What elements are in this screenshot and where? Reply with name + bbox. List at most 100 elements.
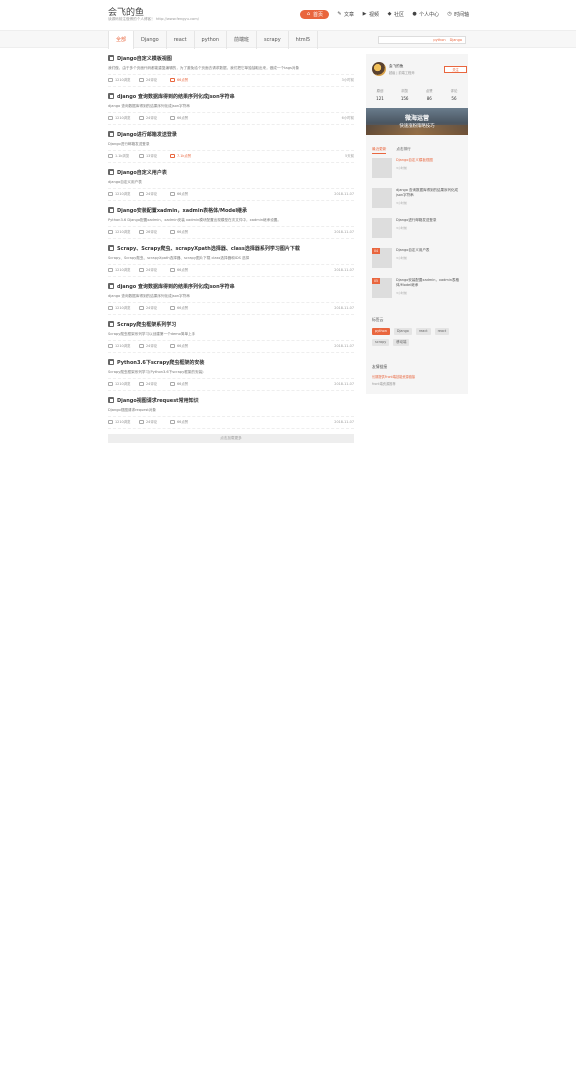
article-title[interactable]: Django安装配置xadmin，xadmin表格体/Model继承 — [117, 207, 247, 214]
nav-item-label: 首页 — [313, 12, 324, 18]
recent-title[interactable]: Django安装配置xadmin，xadmin表格体/Model继承 — [396, 278, 464, 288]
category-tab-5[interactable]: scrapy — [257, 31, 289, 49]
heart-icon — [170, 153, 175, 158]
rank-badge: 04 — [372, 248, 380, 254]
nav-item-1[interactable]: ✎ 文章 — [337, 11, 354, 19]
load-more-button[interactable]: 点击加载更多 — [108, 434, 354, 443]
search-hot-tag[interactable]: python — [433, 38, 445, 42]
meta-views: 1.1k浏览 — [108, 153, 139, 158]
article-title[interactable]: django 查询数据库得到的结果序列化成json字符串 — [117, 93, 235, 100]
profile-card: 会飞的鱼 超级 | 前端工程师 关注 — [372, 62, 467, 80]
stat-label: 点赞 — [425, 89, 433, 93]
meta-views: 1210浏览 — [108, 267, 139, 272]
meta-comments-value: 24评论 — [146, 116, 158, 120]
promo-banner[interactable]: 微海运营 快速涨粉策略技巧 — [366, 108, 468, 135]
meta-likes: 66点赞 — [170, 229, 201, 234]
comment-icon — [139, 305, 144, 310]
tag-item[interactable]: scrapy — [372, 339, 390, 346]
nav-item-5[interactable]: ◷ 时间轴 — [447, 11, 469, 19]
eye-icon — [108, 381, 113, 386]
recent-text: Django自定义用户表 3小时前 — [396, 248, 464, 278]
recent-item[interactable]: 04 Django自定义用户表 3小时前 — [372, 248, 466, 278]
tag-item[interactable]: react — [415, 328, 431, 335]
meta-likes: 66点赞 — [170, 267, 201, 272]
tag-item[interactable]: Django — [393, 328, 412, 335]
nav-item-2[interactable]: ▶ 视频 — [362, 11, 379, 19]
meta-views-value: 1210浏览 — [115, 268, 131, 272]
category-tab-6[interactable]: html5 — [289, 31, 319, 49]
heart-icon — [170, 77, 175, 82]
meta-comments-value: 26评论 — [146, 230, 158, 234]
meta-comments-value: 24评论 — [146, 78, 158, 82]
recent-item[interactable]: Django自定义模板视图 3小时前 — [372, 158, 466, 188]
tag-item[interactable]: python — [372, 328, 390, 335]
avatar[interactable] — [372, 62, 386, 76]
comment-icon — [139, 77, 144, 82]
article-date: 2018-11-07 — [334, 192, 354, 196]
search-input[interactable] — [381, 37, 421, 43]
site-header: 会飞的鱼 读源码前注做博的个人博客！ http://www.fengyu.com… — [0, 0, 576, 30]
article-summary: Django视图请求request对象 — [108, 408, 156, 412]
nav-item-0[interactable]: ⌂ 首页 — [300, 10, 330, 19]
meta-views-value: 1210浏览 — [115, 78, 131, 82]
banner-subtitle: 快速涨粉策略技巧 — [399, 124, 435, 129]
recent-item[interactable]: Django进行邮箱发送登录 3小时前 — [372, 218, 466, 248]
article-item: Scrapy、Scrapy爬虫、scrapyXpath选择器、class选择器系… — [108, 244, 354, 277]
meta-views: 1210浏览 — [108, 191, 139, 196]
recent-item[interactable]: 05 Django安装配置xadmin，xadmin表格体/Model继承 3小时前 — [372, 278, 466, 308]
article-title[interactable]: Scrapy爬虫框架系列学习 — [117, 321, 176, 328]
meta-views: 1210浏览 — [108, 419, 139, 424]
tags-heading: 标签云 — [372, 317, 384, 322]
banner-title: 微海运营 — [404, 115, 429, 122]
category-tab-3[interactable]: python — [195, 31, 228, 49]
nav-item-4[interactable]: ● 个人中心 — [412, 11, 440, 19]
article-title[interactable]: django 查询数据库得到的结果序列化成json字符串 — [117, 283, 235, 290]
article-title[interactable]: Python3.6下scrapy爬虫框架的安装 — [117, 359, 204, 366]
recent-title[interactable]: Django进行邮箱发送登录 — [396, 218, 464, 223]
article-meta: 1210浏览 24评论 66点赞 2018-11-07 — [108, 188, 354, 198]
article-date: 6小时前 — [341, 116, 354, 120]
meta-likes: 66点赞 — [170, 381, 201, 386]
article-title[interactable]: Django视图请求request常用知识 — [117, 397, 199, 404]
recent-title[interactable]: Django自定义用户表 — [396, 248, 464, 253]
tag-item[interactable]: react — [434, 328, 450, 335]
meta-likes-value: 66点赞 — [177, 420, 189, 424]
document-icon — [108, 283, 114, 289]
meta-comments-value: 24评论 — [146, 192, 158, 196]
document-icon — [108, 245, 114, 251]
category-tab-0[interactable]: 全部 — [108, 31, 135, 49]
recent-title[interactable]: Django自定义模板视图 — [396, 158, 464, 163]
eye-icon — [108, 343, 113, 348]
sidebar-tab-0[interactable]: 最近更新 — [372, 147, 387, 154]
tag-cloud: python Django react react scrapy 移动端 — [372, 328, 464, 346]
article-title[interactable]: Scrapy、Scrapy爬虫、scrapyXpath选择器、class选择器系… — [117, 245, 300, 252]
search-hot-tag[interactable]: Django — [450, 38, 462, 42]
tag-item[interactable]: 移动端 — [393, 339, 410, 346]
category-tab-4[interactable]: 前端班 — [227, 31, 258, 49]
category-tab-1[interactable]: Django — [134, 31, 167, 49]
meta-comments: 24评论 — [139, 267, 170, 272]
article-title[interactable]: Django自定义用户表 — [117, 169, 167, 176]
comment-icon — [139, 343, 144, 348]
recent-thumbnail: 04 — [372, 248, 392, 268]
friend-link[interactable]: front端资源推荐 — [372, 381, 396, 386]
sidebar-tab-1[interactable]: 点击排行 — [396, 147, 410, 154]
meta-views: 1210浏览 — [108, 229, 139, 234]
recent-title[interactable]: django 查询数据库得到的结果序列化成json字符串 — [396, 188, 464, 198]
article-title[interactable]: Django进行邮箱发送登录 — [117, 131, 177, 138]
friend-link[interactable]: 长期提供Front端技能资源链接 — [372, 374, 415, 379]
nav-item-3[interactable]: ◆ 社区 — [387, 11, 404, 19]
article-title[interactable]: Django自定义模板视图 — [117, 55, 172, 62]
meta-likes: 66点赞 — [170, 77, 201, 82]
article-item: Scrapy爬虫框架系列学习 Scrapy爬虫框架系列学习以创建第一个demo简单… — [108, 320, 354, 353]
meta-likes: 66点赞 — [170, 115, 201, 120]
comment-icon — [139, 115, 144, 120]
recent-item[interactable]: django 查询数据库得到的结果序列化成json字符串 3小时前 — [372, 188, 466, 218]
nav-item-label: 个人中心 — [419, 12, 440, 18]
article-item: Python3.6下scrapy爬虫框架的安装 Scrapy爬虫框架系列学习(Py… — [108, 358, 354, 391]
article-item: Django进行邮箱发送登录 Django进行邮箱发送登录 1.1k浏览 13评论 7.… — [108, 130, 354, 163]
eye-icon — [108, 267, 113, 272]
category-tab-2[interactable]: react — [167, 31, 195, 49]
recent-text: Django自定义模板视图 3小时前 — [396, 158, 464, 188]
follow-button[interactable]: 关注 — [444, 66, 467, 73]
